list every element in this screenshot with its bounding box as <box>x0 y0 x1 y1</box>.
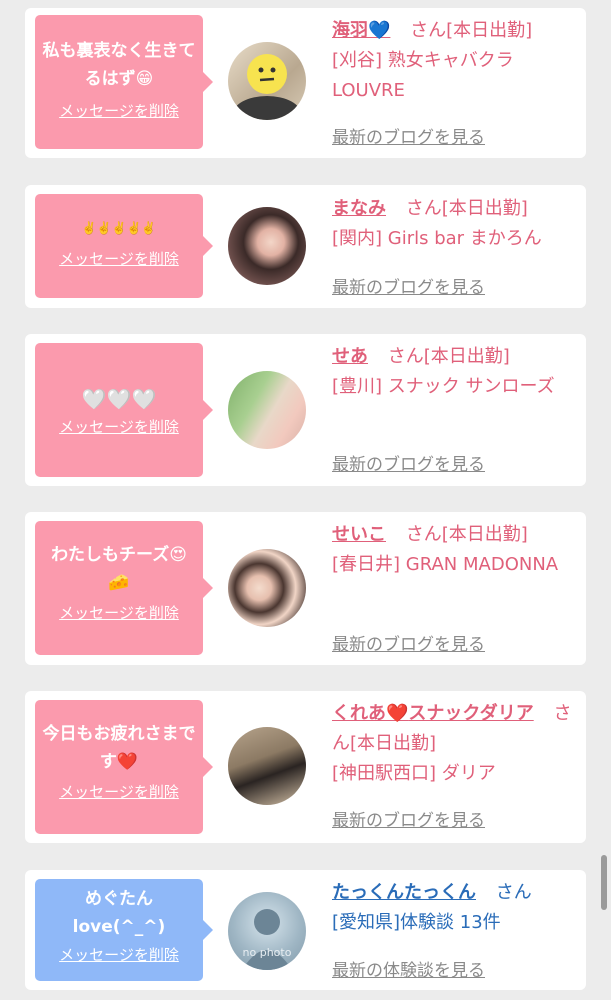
no-photo-silhouette-icon: no photo <box>242 909 292 970</box>
message-card: めぐたんlove(^_^) メッセージを削除 no photo たっくんたっくん… <box>25 870 586 990</box>
san-suffix: さん <box>405 198 442 219</box>
message-bubble: 今日もお疲れさまです❤️ メッセージを削除 <box>35 700 213 834</box>
cast-info: 海羽💙 さん[本日出勤] [刈谷] 熟女キャバクラLOUVRE <box>332 16 572 106</box>
emoji-face-icon <box>233 54 301 120</box>
status-text: [本日出勤] <box>441 524 528 545</box>
avatar[interactable] <box>228 549 306 627</box>
delete-message-link[interactable]: メッセージを削除 <box>59 603 179 623</box>
status-text: [本日出勤] <box>350 733 437 754</box>
message-text: めぐたんlove(^_^) <box>72 889 166 937</box>
message-text: わたしもチーズ😍🧀 <box>51 545 187 593</box>
latest-blog-link[interactable]: 最新のブログを見る <box>332 123 485 148</box>
cast-name-link[interactable]: せいこ <box>332 524 386 545</box>
no-photo-label: no photo <box>243 946 292 959</box>
area-shop-text: [春日井] GRAN MADONNA <box>332 554 559 575</box>
cast-name-link[interactable]: まなみ <box>332 198 386 219</box>
message-text: 私も裏表なく生きてるはず😁 <box>42 41 196 89</box>
message-bubble: 🤍🤍🤍 メッセージを削除 <box>35 343 213 477</box>
cast-info: くれあ❤️スナックダリア さん[本日出勤] [神田駅西口] ダリア <box>332 699 572 789</box>
delete-message-link[interactable]: メッセージを削除 <box>59 782 179 802</box>
delete-message-link[interactable]: メッセージを削除 <box>59 249 179 269</box>
message-card: 今日もお疲れさまです❤️ メッセージを削除 くれあ❤️スナックダリア さん[本日… <box>25 691 586 843</box>
avatar[interactable] <box>228 207 306 285</box>
message-bubble: わたしもチーズ😍🧀 メッセージを削除 <box>35 521 213 655</box>
latest-blog-link[interactable]: 最新のブログを見る <box>332 273 485 298</box>
scrollbar[interactable] <box>601 855 607 910</box>
message-card: わたしもチーズ😍🧀 メッセージを削除 せいこ さん[本日出勤] [春日井] GR… <box>25 512 586 665</box>
avatar[interactable] <box>228 727 306 805</box>
area-review-count-text: [愛知県]体験談 13件 <box>332 912 501 933</box>
area-shop-text: [神田駅西口] ダリア <box>332 763 496 784</box>
latest-blog-link[interactable]: 最新のブログを見る <box>332 630 485 655</box>
area-shop-text: [関内] Girls bar まかろん <box>332 228 542 249</box>
message-bubble: めぐたんlove(^_^) メッセージを削除 <box>35 879 213 981</box>
avatar[interactable] <box>228 42 306 120</box>
area-shop-text: [豊川] スナック サンローズ <box>332 376 555 397</box>
message-text: 今日もお疲れさまです❤️ <box>42 724 196 772</box>
latest-review-link[interactable]: 最新の体験談を見る <box>332 956 485 981</box>
san-suffix: さん <box>405 524 442 545</box>
delete-message-link[interactable]: メッセージを削除 <box>59 945 179 965</box>
message-text: 🤍🤍🤍 <box>81 387 157 411</box>
status-text: [本日出勤] <box>423 346 510 367</box>
message-bubble: ✌️✌️✌️✌️✌️ メッセージを削除 <box>35 194 213 298</box>
status-text: [本日出勤] <box>441 198 528 219</box>
san-suffix: さん <box>495 882 532 903</box>
message-text: ✌️✌️✌️✌️✌️ <box>81 221 157 235</box>
area-shop-text: [刈谷] 熟女キャバクラLOUVRE <box>332 50 514 101</box>
avatar[interactable] <box>228 371 306 449</box>
delete-message-link[interactable]: メッセージを削除 <box>59 101 179 121</box>
red-heart-icon: ❤️ <box>386 703 409 724</box>
latest-blog-link[interactable]: 最新のブログを見る <box>332 450 485 475</box>
san-suffix: さん <box>387 346 424 367</box>
message-card: 私も裏表なく生きてるはず😁 メッセージを削除 海羽💙 さん[本日出勤] [刈谷]… <box>25 8 586 158</box>
message-card: 🤍🤍🤍 メッセージを削除 せあ さん[本日出勤] [豊川] スナック サンローズ… <box>25 334 586 486</box>
cast-info: せあ さん[本日出勤] [豊川] スナック サンローズ <box>332 342 572 402</box>
cast-name-link[interactable]: くれあ❤️スナックダリア <box>332 703 534 724</box>
message-card: ✌️✌️✌️✌️✌️ メッセージを削除 まなみ さん[本日出勤] [関内] Gi… <box>25 185 586 308</box>
san-suffix: さん <box>410 20 447 41</box>
blue-heart-icon: 💙 <box>368 20 391 41</box>
avatar[interactable]: no photo <box>228 892 306 970</box>
cast-info: まなみ さん[本日出勤] [関内] Girls bar まかろん <box>332 194 572 254</box>
cast-info: せいこ さん[本日出勤] [春日井] GRAN MADONNA <box>332 520 572 580</box>
cast-name-link[interactable]: せあ <box>332 346 368 367</box>
status-text: [本日出勤] <box>446 20 533 41</box>
reviewer-name-link[interactable]: たっくんたっくん <box>332 882 476 903</box>
message-bubble: 私も裏表なく生きてるはず😁 メッセージを削除 <box>35 15 213 149</box>
cast-info: たっくんたっくん さん [愛知県]体験談 13件 <box>332 878 572 938</box>
cast-name-link[interactable]: 海羽💙 <box>332 20 390 41</box>
delete-message-link[interactable]: メッセージを削除 <box>59 417 179 437</box>
latest-blog-link[interactable]: 最新のブログを見る <box>332 806 485 831</box>
